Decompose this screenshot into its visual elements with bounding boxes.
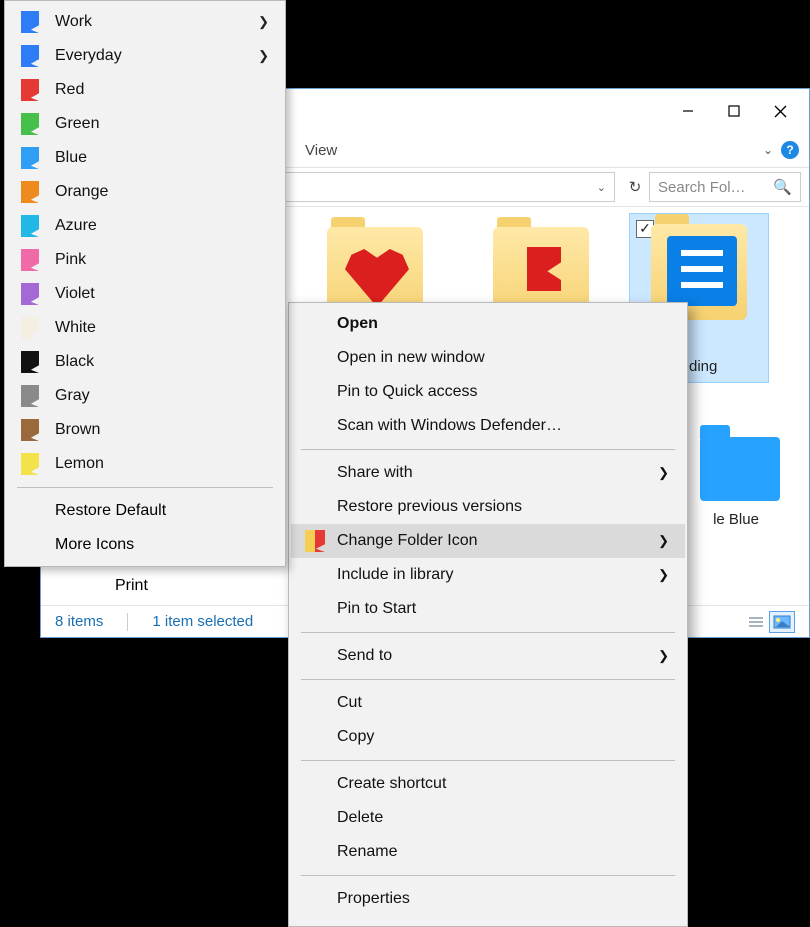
color-item-label: Pink — [55, 251, 86, 269]
color-swatch-icon — [21, 453, 39, 475]
ctx-share-with[interactable]: Share with❯ — [291, 456, 685, 490]
print-label: Print — [115, 577, 148, 595]
color-item-gray[interactable]: Gray — [7, 379, 283, 413]
color-swatch-icon — [21, 385, 39, 407]
color-item-label: Violet — [55, 285, 95, 303]
ctx-open-new-window[interactable]: Open in new window — [291, 341, 685, 375]
color-item-label: White — [55, 319, 96, 337]
ctx-pin-to-start[interactable]: Pin to Start — [291, 592, 685, 626]
refresh-button[interactable]: ↻ — [621, 178, 649, 196]
color-swatch-icon — [21, 317, 39, 339]
color-item-red[interactable]: Red — [7, 73, 283, 107]
color-swatch-icon — [21, 113, 39, 135]
color-item-orange[interactable]: Orange — [7, 175, 283, 209]
menu-separator — [301, 449, 675, 450]
color-item-white[interactable]: White — [7, 311, 283, 345]
address-dropdown-icon[interactable]: ⌄ — [597, 181, 606, 194]
chevron-right-icon: ❯ — [658, 567, 669, 583]
ctx-include-in-library[interactable]: Include in library❯ — [291, 558, 685, 592]
color-item-label: Brown — [55, 421, 100, 439]
search-icon: 🔍 — [773, 178, 792, 196]
context-menu: Open Open in new window Pin to Quick acc… — [288, 302, 688, 927]
menu-separator — [17, 487, 273, 488]
color-item-label: Green — [55, 115, 99, 133]
menu-separator — [301, 632, 675, 633]
chevron-right-icon: ❯ — [658, 465, 669, 481]
color-item-label: Lemon — [55, 455, 104, 473]
menu-restore-default[interactable]: Restore Default — [7, 494, 283, 528]
color-item-label: Work — [55, 13, 92, 31]
color-item-label: Blue — [55, 149, 87, 167]
ctx-send-to[interactable]: Send to❯ — [291, 639, 685, 673]
status-divider — [127, 613, 128, 631]
color-item-violet[interactable]: Violet — [7, 277, 283, 311]
minimize-button[interactable] — [665, 95, 711, 127]
color-swatch-icon — [21, 79, 39, 101]
color-item-label: Black — [55, 353, 94, 371]
ctx-rename[interactable]: Rename — [291, 835, 685, 869]
color-item-label: Orange — [55, 183, 108, 201]
search-input[interactable]: Search Fol… 🔍 — [649, 172, 801, 202]
color-swatch-icon — [21, 11, 39, 33]
ctx-restore-previous[interactable]: Restore previous versions — [291, 490, 685, 524]
menu-separator — [301, 760, 675, 761]
ctx-copy[interactable]: Copy — [291, 720, 685, 754]
folder-color-submenu: Work ❯ Everyday ❯ Red Green Blue Orange Azure Pin… — [4, 0, 286, 567]
view-details-button[interactable] — [743, 611, 769, 633]
chevron-right-icon: ❯ — [658, 533, 669, 549]
color-swatch-icon — [21, 147, 39, 169]
view-thumbnails-button[interactable] — [769, 611, 795, 633]
status-selection: 1 item selected — [152, 613, 253, 630]
color-swatch-icon — [21, 419, 39, 441]
chevron-right-icon: ❯ — [258, 48, 269, 64]
color-item-green[interactable]: Green — [7, 107, 283, 141]
ctx-properties[interactable]: Properties — [291, 882, 685, 916]
menu-separator — [301, 875, 675, 876]
color-item-azure[interactable]: Azure — [7, 209, 283, 243]
color-item-work[interactable]: Work ❯ — [7, 5, 283, 39]
ctx-create-shortcut[interactable]: Create shortcut — [291, 767, 685, 801]
menu-separator — [301, 679, 675, 680]
color-item-brown[interactable]: Brown — [7, 413, 283, 447]
folder-color-icon — [305, 530, 325, 552]
color-swatch-icon — [21, 351, 39, 373]
color-swatch-icon — [21, 215, 39, 237]
menu-more-icons[interactable]: More Icons — [7, 528, 283, 562]
color-item-label: Everyday — [55, 47, 122, 65]
tab-view[interactable]: View — [305, 142, 337, 159]
close-button[interactable] — [757, 95, 803, 127]
folder-simple-blue[interactable]: le Blue — [681, 407, 791, 528]
ribbon-expand-icon[interactable]: ⌄ — [763, 143, 773, 157]
color-swatch-icon — [21, 45, 39, 67]
color-item-label: Azure — [55, 217, 97, 235]
chevron-right-icon: ❯ — [658, 648, 669, 664]
folder-label: le Blue — [681, 511, 791, 528]
color-item-black[interactable]: Black — [7, 345, 283, 379]
color-swatch-icon — [21, 249, 39, 271]
ctx-scan-defender[interactable]: Scan with Windows Defender… — [291, 409, 685, 443]
ctx-cut[interactable]: Cut — [291, 686, 685, 720]
color-item-lemon[interactable]: Lemon — [7, 447, 283, 481]
ctx-open[interactable]: Open — [291, 307, 685, 341]
color-item-blue[interactable]: Blue — [7, 141, 283, 175]
ctx-pin-quick-access[interactable]: Pin to Quick access — [291, 375, 685, 409]
color-item-label: Gray — [55, 387, 90, 405]
status-item-count: 8 items — [55, 613, 103, 630]
help-button[interactable]: ? — [781, 141, 799, 159]
search-placeholder-text: Search Fol… — [658, 179, 746, 196]
color-item-pink[interactable]: Pink — [7, 243, 283, 277]
ctx-delete[interactable]: Delete — [291, 801, 685, 835]
maximize-button[interactable] — [711, 95, 757, 127]
color-swatch-icon — [21, 283, 39, 305]
chevron-right-icon: ❯ — [258, 14, 269, 30]
ctx-change-folder-icon[interactable]: Change Folder Icon ❯ — [291, 524, 685, 558]
color-swatch-icon — [21, 181, 39, 203]
color-item-label: Red — [55, 81, 84, 99]
color-item-everyday[interactable]: Everyday ❯ — [7, 39, 283, 73]
